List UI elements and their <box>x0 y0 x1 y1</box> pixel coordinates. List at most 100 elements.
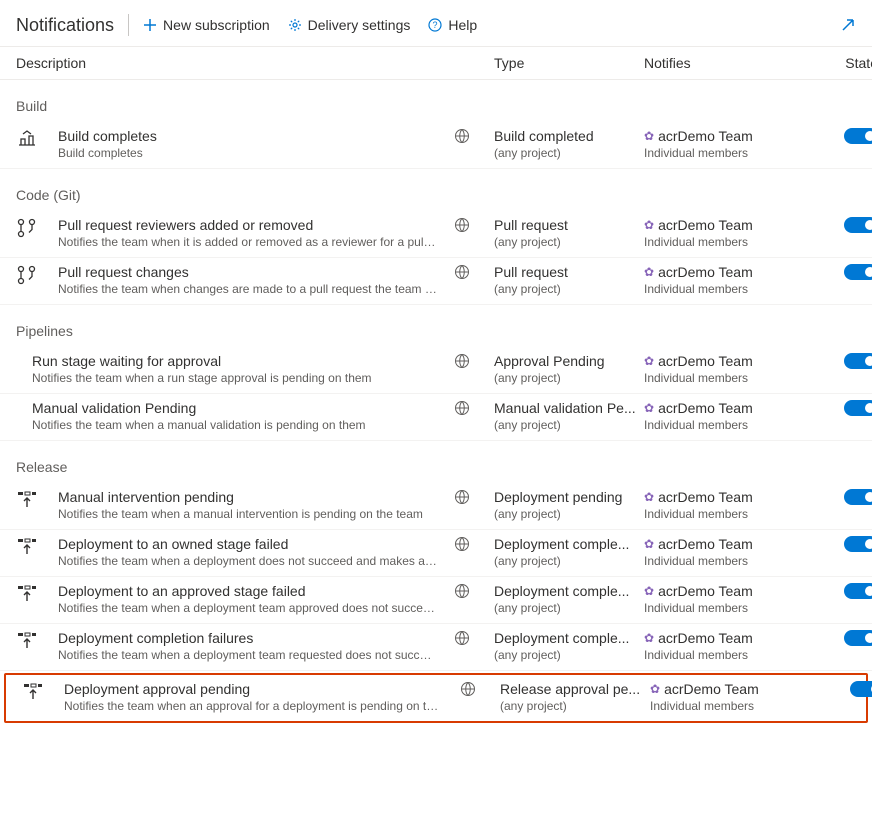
delivery-settings-button[interactable]: Delivery settings <box>288 17 411 33</box>
state-toggle[interactable] <box>844 264 872 280</box>
type-sub: (any project) <box>494 648 644 662</box>
expand-icon <box>840 17 856 33</box>
members-label: Individual members <box>644 371 818 385</box>
team-label: acrDemo Team <box>658 217 753 233</box>
members-label: Individual members <box>644 507 818 521</box>
svg-text:?: ? <box>433 20 438 30</box>
state-toggle[interactable] <box>844 489 872 505</box>
state-toggle[interactable] <box>850 681 872 697</box>
state-toggle[interactable] <box>844 353 872 369</box>
col-description: Description <box>16 55 494 71</box>
type-label: Deployment comple... <box>494 583 644 599</box>
team-label: acrDemo Team <box>658 400 753 416</box>
type-label: Pull request <box>494 217 644 233</box>
state-toggle[interactable] <box>844 128 872 144</box>
row-deploy-approval-pending[interactable]: Deployment approval pending Notifies the… <box>4 673 868 723</box>
members-label: Individual members <box>644 554 818 568</box>
globe-icon <box>454 217 494 233</box>
row-title: Run stage waiting for approval <box>32 353 454 369</box>
team-label: acrDemo Team <box>658 264 753 280</box>
type-label: Approval Pending <box>494 353 644 369</box>
row-pr-changes[interactable]: Pull request changes Notifies the team w… <box>0 258 872 305</box>
row-subtitle: Notifies the team when a deployment does… <box>58 554 438 568</box>
plus-icon <box>143 18 157 32</box>
type-label: Build completed <box>494 128 644 144</box>
new-subscription-label: New subscription <box>163 17 270 33</box>
team-icon: ✿ <box>644 537 654 551</box>
team-icon: ✿ <box>644 490 654 504</box>
row-manual-intervention[interactable]: Manual intervention pending Notifies the… <box>0 483 872 530</box>
type-label: Pull request <box>494 264 644 280</box>
expand-button[interactable] <box>840 17 856 33</box>
row-pr-reviewers[interactable]: Pull request reviewers added or removed … <box>0 211 872 258</box>
row-subtitle: Notifies the team when changes are made … <box>58 282 438 296</box>
members-label: Individual members <box>650 699 824 713</box>
col-notifies: Notifies <box>644 55 818 71</box>
pull-request-icon <box>16 264 58 286</box>
deployment-icon <box>16 630 58 652</box>
globe-icon <box>454 128 494 144</box>
team-label: acrDemo Team <box>658 630 753 646</box>
row-subtitle: Notifies the team when a manual validati… <box>32 418 412 432</box>
row-subtitle: Notifies the team when it is added or re… <box>58 235 438 249</box>
globe-icon <box>454 264 494 280</box>
section-release: Release <box>0 441 872 483</box>
column-headers: Description Type Notifies State <box>0 46 872 80</box>
section-code: Code (Git) <box>0 169 872 211</box>
team-icon: ✿ <box>644 401 654 415</box>
row-subtitle: Notifies the team when a run stage appro… <box>32 371 412 385</box>
row-subtitle: Notifies the team when a deployment team… <box>58 648 438 662</box>
help-icon: ? <box>428 18 442 32</box>
members-label: Individual members <box>644 146 818 160</box>
state-toggle[interactable] <box>844 583 872 599</box>
row-title: Deployment approval pending <box>64 681 460 697</box>
team-icon: ✿ <box>644 584 654 598</box>
help-button[interactable]: ? Help <box>428 17 477 33</box>
row-title: Build completes <box>58 128 454 144</box>
col-type: Type <box>494 55 644 71</box>
row-deploy-approved-failed[interactable]: Deployment to an approved stage failed N… <box>0 577 872 624</box>
type-sub: (any project) <box>494 146 644 160</box>
deployment-icon <box>22 681 64 703</box>
globe-icon <box>454 630 494 646</box>
delivery-settings-label: Delivery settings <box>308 17 411 33</box>
globe-icon <box>454 583 494 599</box>
row-deploy-owned-failed[interactable]: Deployment to an owned stage failed Noti… <box>0 530 872 577</box>
row-subtitle: Build completes <box>58 146 438 160</box>
type-label: Deployment comple... <box>494 630 644 646</box>
type-sub: (any project) <box>500 699 650 713</box>
row-title: Pull request changes <box>58 264 454 280</box>
type-sub: (any project) <box>494 282 644 296</box>
row-title: Deployment to an approved stage failed <box>58 583 454 599</box>
state-toggle[interactable] <box>844 630 872 646</box>
globe-icon <box>454 353 494 369</box>
team-label: acrDemo Team <box>658 489 753 505</box>
section-build: Build <box>0 80 872 122</box>
state-toggle[interactable] <box>844 217 872 233</box>
row-subtitle: Notifies the team when a manual interven… <box>58 507 438 521</box>
row-build-completes[interactable]: Build completes Build completes Build co… <box>0 122 872 169</box>
members-label: Individual members <box>644 235 818 249</box>
row-title: Deployment to an owned stage failed <box>58 536 454 552</box>
team-label: acrDemo Team <box>658 536 753 552</box>
row-deploy-completion-fail[interactable]: Deployment completion failures Notifies … <box>0 624 872 671</box>
deployment-icon <box>16 489 58 511</box>
type-sub: (any project) <box>494 235 644 249</box>
team-icon: ✿ <box>644 265 654 279</box>
state-toggle[interactable] <box>844 536 872 552</box>
row-manual-validation[interactable]: Manual validation Pending Notifies the t… <box>0 394 872 441</box>
row-run-stage[interactable]: Run stage waiting for approval Notifies … <box>0 347 872 394</box>
type-sub: (any project) <box>494 507 644 521</box>
type-sub: (any project) <box>494 418 644 432</box>
pull-request-icon <box>16 217 58 239</box>
members-label: Individual members <box>644 648 818 662</box>
deployment-icon <box>16 536 58 558</box>
globe-icon <box>460 681 500 697</box>
state-toggle[interactable] <box>844 400 872 416</box>
gear-icon <box>288 18 302 32</box>
deployment-icon <box>16 583 58 605</box>
new-subscription-button[interactable]: New subscription <box>143 17 270 33</box>
type-label: Deployment comple... <box>494 536 644 552</box>
team-icon: ✿ <box>644 354 654 368</box>
type-label: Deployment pending <box>494 489 644 505</box>
